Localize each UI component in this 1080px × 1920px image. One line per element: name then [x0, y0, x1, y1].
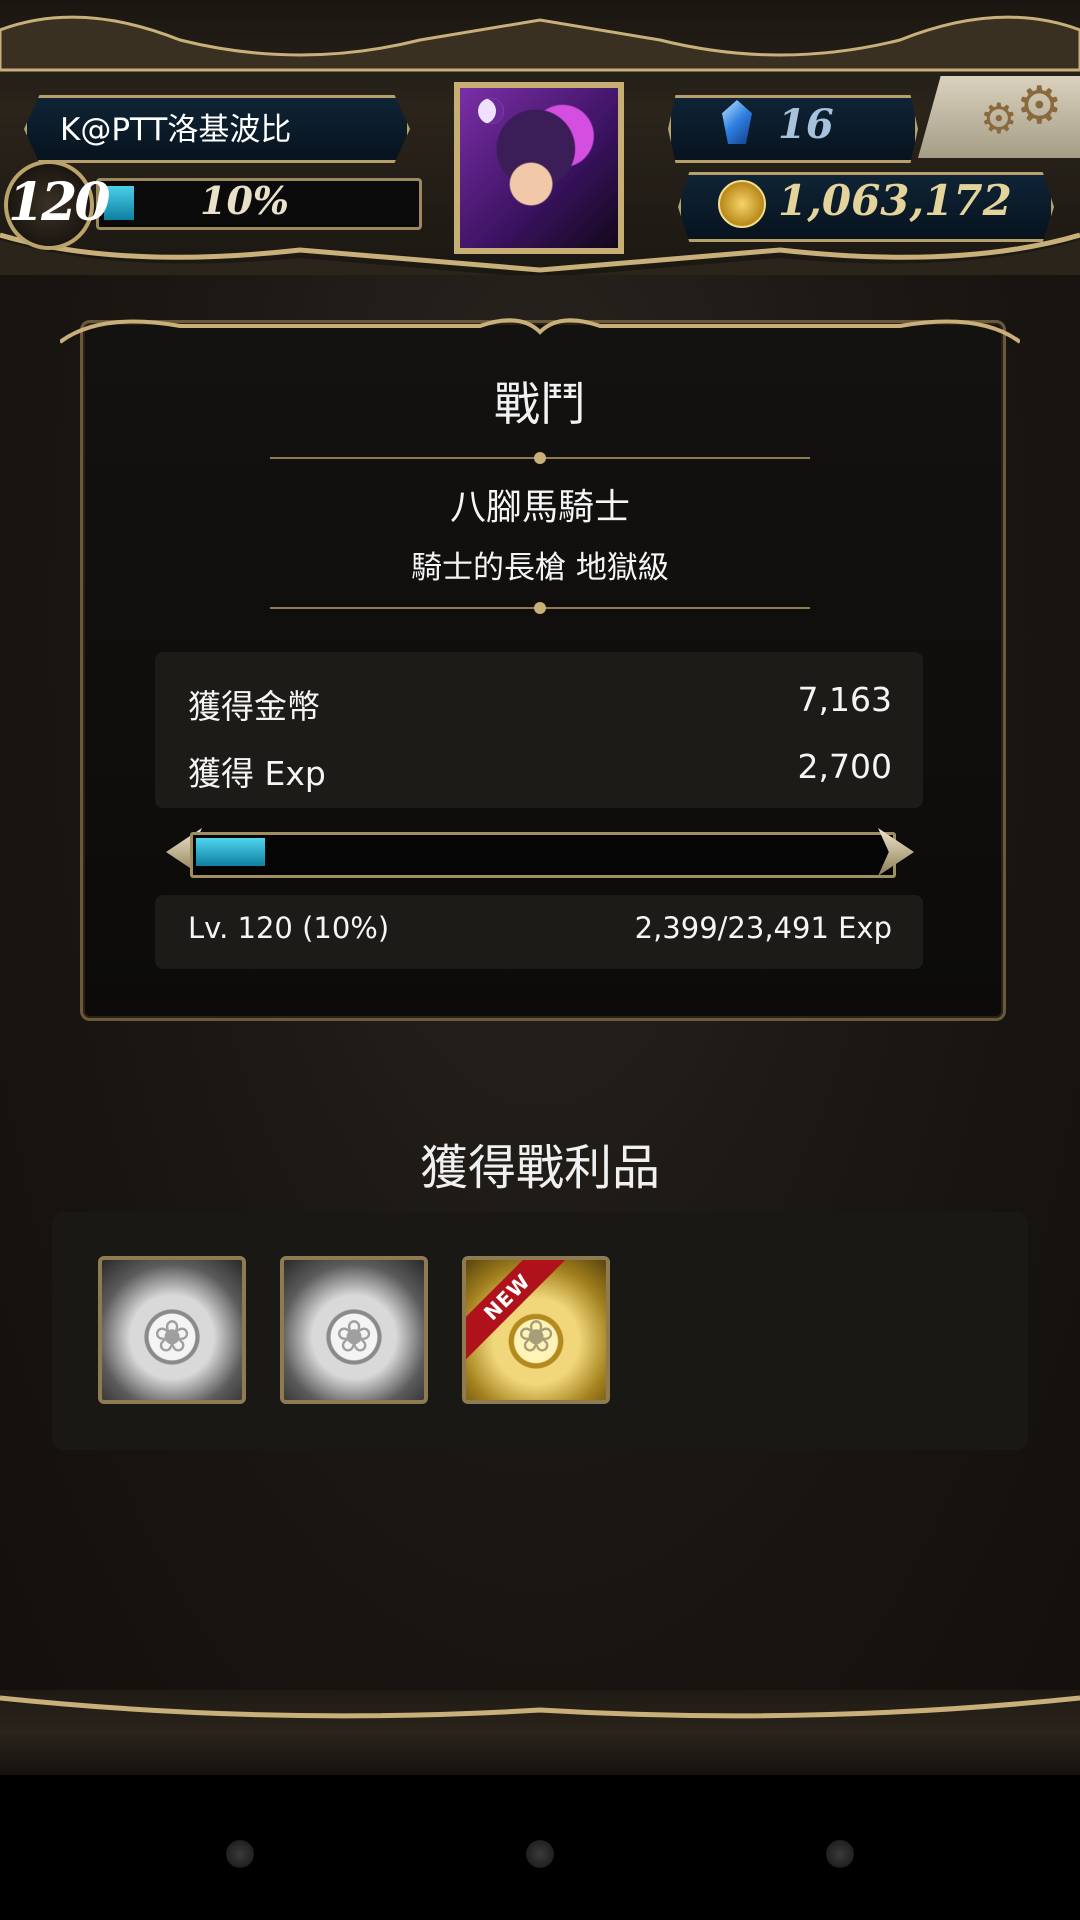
exp-bar-fill: [196, 838, 265, 866]
panel-ornament: [60, 318, 1020, 344]
loot-item-silver-card[interactable]: ❀: [280, 1256, 428, 1404]
enemy-name: 八腳馬騎士: [449, 487, 630, 528]
nav-recent-button[interactable]: [826, 1840, 854, 1868]
footer-ornament-line: [0, 1695, 1080, 1719]
player-level: 120: [8, 172, 111, 233]
stage-name: 騎士的長槍 地獄級: [411, 550, 669, 586]
player-avatar[interactable]: [454, 82, 624, 254]
coin-count: 1,063,172: [778, 176, 1012, 225]
nav-back-button[interactable]: [226, 1840, 254, 1868]
reward-exp-label: 獲得 Exp: [188, 754, 326, 793]
loot-item-silver-card[interactable]: ❀: [98, 1256, 246, 1404]
card-emblem-icon: ❀: [153, 1311, 191, 1363]
settings-button[interactable]: ⚙ ⚙: [918, 76, 1080, 158]
divider: [270, 602, 810, 614]
gem-count: 16: [778, 101, 834, 148]
xp-percent: 10%: [200, 178, 289, 223]
xp-bar-fill: [104, 186, 134, 220]
gold-coin-icon: [718, 180, 766, 228]
loot-item-gold-card[interactable]: ❀ NEW: [462, 1256, 610, 1404]
reward-coins-value: 7,163: [797, 680, 892, 719]
exp-bar: [190, 832, 896, 878]
divider: [270, 452, 810, 464]
reward-coins-label: 獲得金幣: [188, 687, 320, 726]
panel-title: 戰鬥: [494, 377, 586, 431]
card-emblem-icon: ❀: [335, 1311, 373, 1363]
gear-icon: ⚙: [980, 94, 1018, 143]
nav-home-button[interactable]: [526, 1840, 554, 1868]
level-label: Lv. 120 (10%): [188, 911, 390, 945]
card-emblem-icon: ❀: [517, 1311, 555, 1363]
player-name: K@PTT洛基波比: [60, 112, 292, 148]
gear-icon: ⚙: [1016, 76, 1063, 136]
loot-title: 獲得戰利品: [419, 1140, 660, 1196]
moon-emblem-icon: [478, 98, 504, 124]
reward-exp-value: 2,700: [797, 747, 892, 786]
exp-progress: 2,399/23,491 Exp: [634, 911, 892, 945]
